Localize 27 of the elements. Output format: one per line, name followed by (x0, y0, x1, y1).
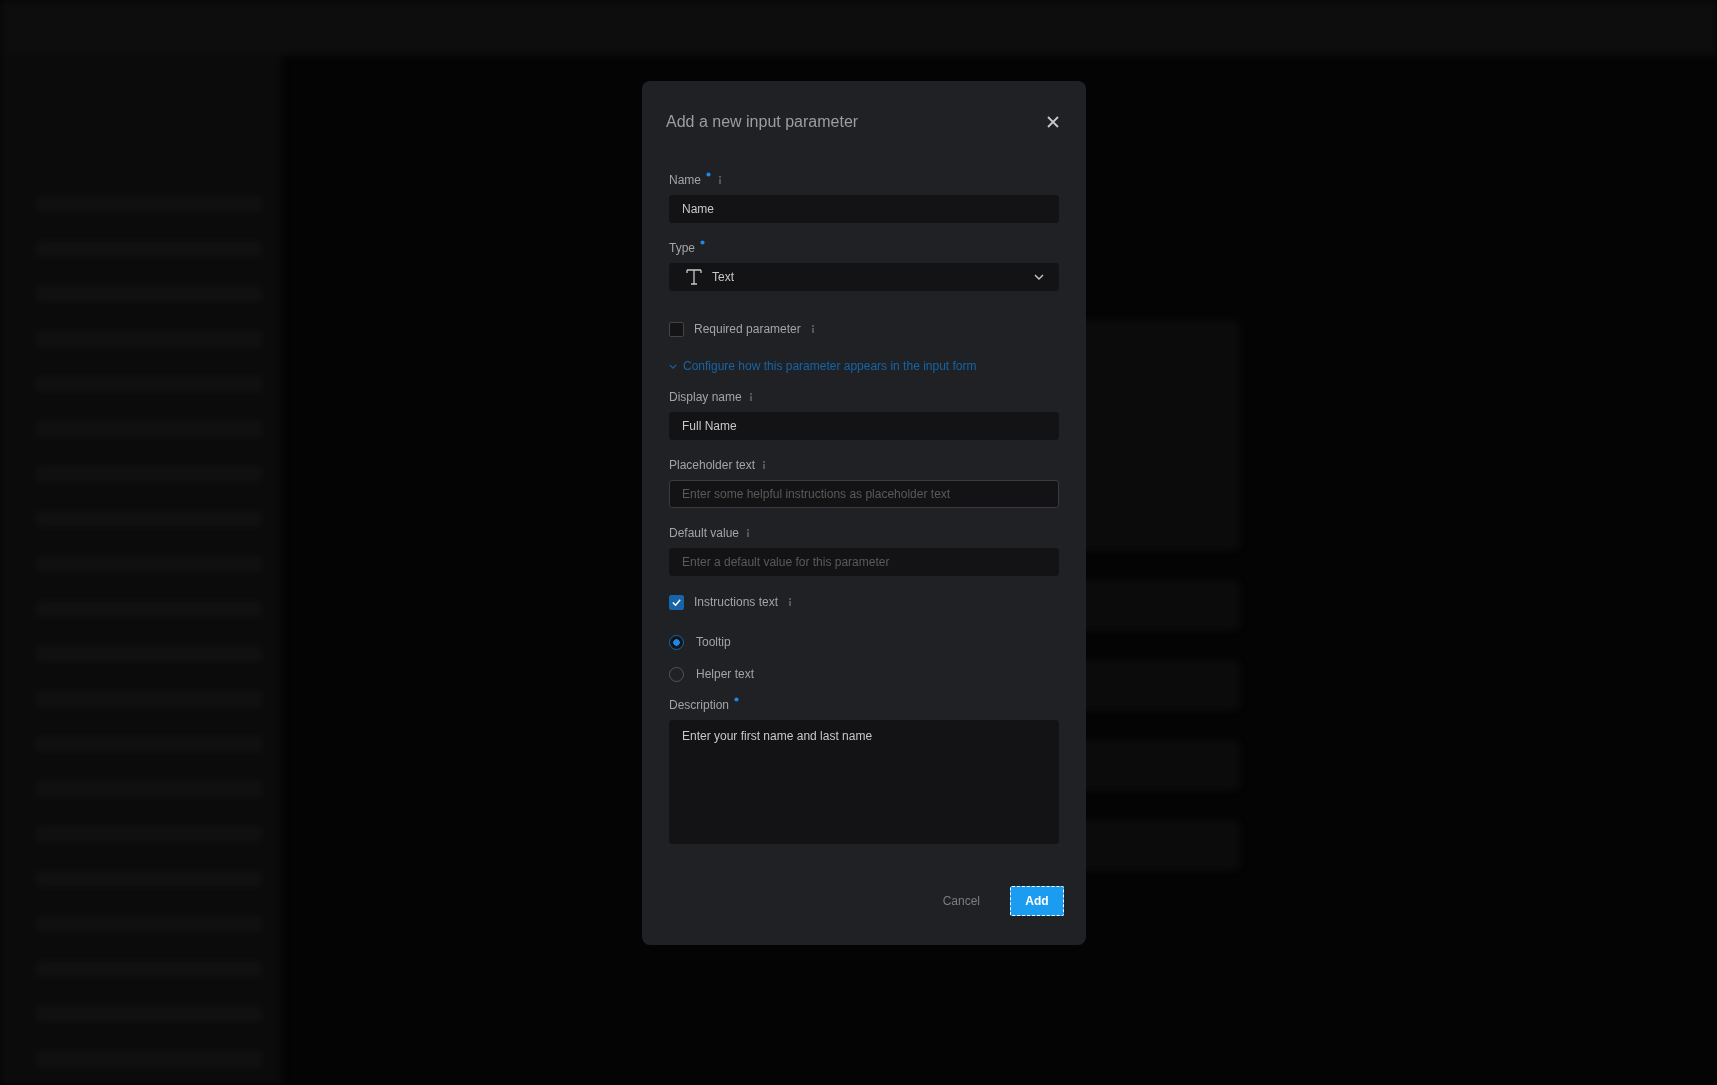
field-label: Description (669, 698, 730, 712)
description-textarea[interactable]: Enter your first name and last name (669, 720, 1059, 844)
field-label: Name (669, 173, 701, 187)
text-input-field[interactable]: Enter a default value for this parameter (669, 548, 1059, 576)
radio-label: Tooltip (696, 635, 731, 649)
radio-label: Helper text (696, 667, 755, 681)
info-icon[interactable] (716, 175, 724, 185)
checkbox[interactable] (669, 321, 684, 337)
field-label: Placeholder text (669, 458, 756, 472)
chevron-down-icon (1034, 274, 1044, 280)
chevron-icon (669, 363, 677, 369)
text-input-field[interactable]: Enter some helpful instructions as placeholder text (669, 480, 1059, 508)
cancel-button[interactable]: Cancel (936, 893, 986, 909)
checkbox-label: Required parameter (694, 322, 801, 336)
radio-button[interactable] (669, 634, 684, 650)
checkbox[interactable] (669, 594, 684, 610)
field-label: Type (669, 241, 695, 255)
text-input-field[interactable]: Full Name (669, 412, 1059, 440)
field-label: Display name (669, 390, 742, 404)
text-input-field[interactable]: Name (669, 195, 1059, 223)
close-icon[interactable] (1047, 116, 1059, 128)
text-type-icon (686, 268, 702, 286)
checkmark-icon (671, 596, 682, 608)
checkbox-label: Instructions text (694, 595, 779, 609)
field-label: Default value (669, 526, 740, 540)
dialog-title: Add a new input parameter (666, 113, 859, 131)
type-dropdown[interactable]: Text (669, 263, 1059, 291)
